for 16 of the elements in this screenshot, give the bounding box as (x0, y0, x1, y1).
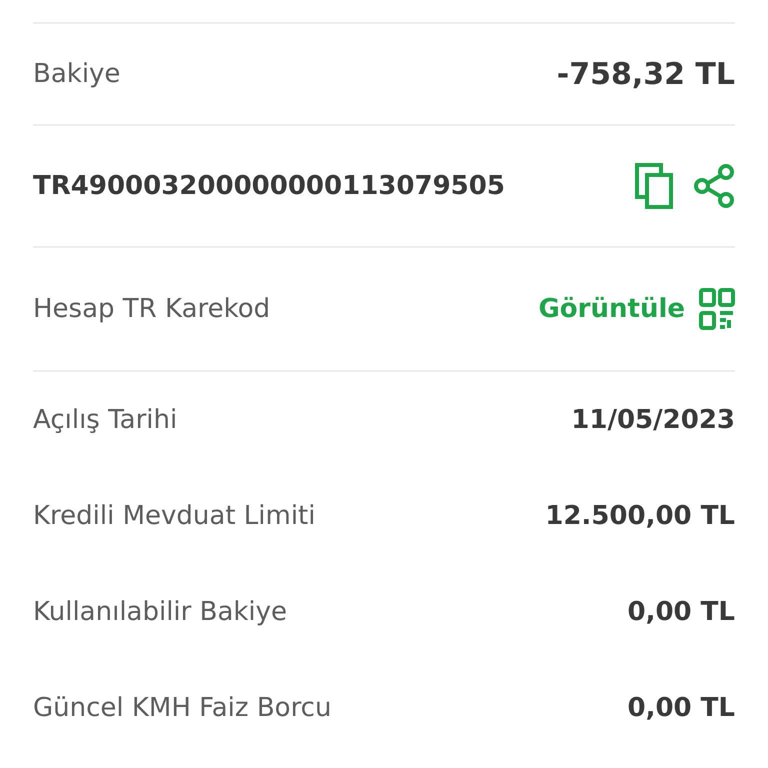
detail-label: Güncel KMH Faiz Borcu (33, 693, 332, 723)
detail-value: 11/05/2023 (571, 405, 735, 435)
qr-label: Hesap TR Karekod (33, 294, 270, 324)
detail-label: Kullanılabilir Bakiye (33, 597, 288, 627)
iban-text: TR490003200000000113079505 (33, 171, 505, 201)
detail-value: 0,00 TL (627, 597, 735, 627)
view-qr-button[interactable]: Görüntüle (538, 288, 735, 330)
detail-label: Kredili Mevduat Limiti (33, 501, 316, 531)
share-icon[interactable] (693, 164, 735, 208)
detail-value: 12.500,00 TL (545, 501, 735, 531)
balance-value: -758,32 TL (556, 56, 735, 92)
detail-value: 0,00 TL (627, 693, 735, 723)
balance-label: Bakiye (33, 59, 120, 89)
detail-label: Açılış Tarihi (33, 405, 178, 435)
qr-code-icon (699, 288, 735, 330)
copy-icon[interactable] (635, 163, 673, 209)
